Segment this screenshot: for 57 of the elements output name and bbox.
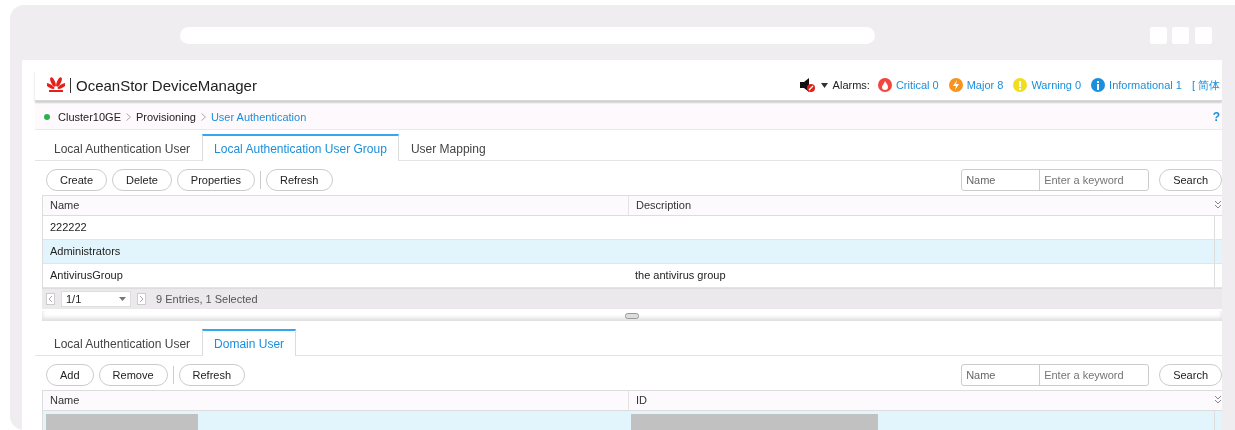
table-cell-text: AntivirusGroup bbox=[49, 268, 124, 283]
table-cell-text: the antivirus group bbox=[634, 268, 727, 283]
logo-icon bbox=[47, 77, 65, 93]
column-header[interactable]: ID bbox=[628, 391, 1214, 410]
column-header[interactable]: Description bbox=[628, 196, 1214, 215]
toolbar-button[interactable]: Refresh bbox=[178, 364, 246, 386]
breadcrumb-link[interactable]: User Authentication bbox=[210, 111, 307, 123]
table-cell-text: 222222 bbox=[49, 220, 88, 235]
info-icon bbox=[1091, 78, 1106, 92]
tab[interactable]: Domain User bbox=[202, 329, 297, 356]
alarm-count-link[interactable]: Informational 1 bbox=[1109, 79, 1182, 91]
page-dropdown[interactable]: 1/1 bbox=[61, 291, 131, 307]
table-cell-text: Administrators bbox=[49, 244, 122, 259]
tab[interactable]: Local Authentication User Group bbox=[202, 134, 399, 161]
breadcrumb-link[interactable]: Cluster10GE bbox=[58, 111, 121, 123]
search-field[interactable]: Name Enter a keyword bbox=[961, 364, 1150, 386]
column-header[interactable]: Name bbox=[43, 391, 628, 410]
alarm-count-link[interactable]: Critical 0 bbox=[895, 79, 939, 91]
chevron-icon bbox=[126, 113, 131, 121]
column-header[interactable]: Name bbox=[43, 196, 628, 215]
alarm-count-link[interactable]: Major 8 bbox=[966, 79, 1004, 91]
next-page-icon bbox=[137, 293, 146, 305]
tab[interactable]: Local Authentication User bbox=[42, 329, 203, 355]
breadcrumb-link[interactable]: Provisioning bbox=[136, 111, 196, 123]
search-filter-dropdown[interactable]: Name bbox=[962, 170, 1041, 190]
exclamation-icon bbox=[1013, 78, 1028, 92]
toolbar-button[interactable]: Properties bbox=[176, 169, 255, 191]
toolbar-button[interactable]: Remove bbox=[98, 364, 168, 386]
table-row[interactable]: AntivirusGroup the antivirus group bbox=[43, 264, 1222, 288]
entries-summary: 9 Entries, 1 Selected bbox=[156, 293, 258, 305]
chevron-icon bbox=[200, 113, 206, 121]
tab[interactable]: Local Authentication User bbox=[42, 134, 203, 160]
table-row[interactable]: Administrators bbox=[43, 240, 1222, 264]
caret-icon bbox=[820, 82, 828, 88]
speaker-icon bbox=[798, 77, 815, 93]
status-dot-icon bbox=[44, 114, 50, 120]
flame-icon bbox=[877, 78, 892, 92]
column-chooser-icon bbox=[1214, 395, 1222, 405]
lightning-icon bbox=[948, 78, 963, 92]
toolbar-button[interactable]: Add bbox=[46, 364, 94, 386]
search-button[interactable]: Search bbox=[1159, 169, 1222, 191]
language-link[interactable]: [ 简体 bbox=[1191, 77, 1220, 93]
search-filter-dropdown[interactable]: Name bbox=[962, 365, 1041, 385]
toolbar-button[interactable]: Delete bbox=[112, 169, 172, 191]
previous-page-icon bbox=[46, 293, 55, 305]
alarm-count-link[interactable]: Warning 0 bbox=[1031, 79, 1082, 91]
toolbar-button[interactable]: Create bbox=[46, 169, 108, 191]
table-row[interactable] bbox=[43, 411, 1222, 430]
splitter-handle-icon[interactable] bbox=[625, 313, 639, 319]
search-button[interactable]: Search bbox=[1159, 364, 1222, 386]
alarms-label: Alarms: bbox=[832, 79, 870, 91]
search-field[interactable]: Name Enter a keyword bbox=[961, 169, 1150, 191]
column-chooser-icon bbox=[1214, 200, 1222, 210]
tab[interactable]: User Mapping bbox=[398, 134, 498, 160]
caret-icon bbox=[119, 297, 126, 301]
toolbar-button[interactable]: Refresh bbox=[265, 169, 333, 191]
app-title: OceanStor DeviceManager bbox=[70, 77, 257, 93]
